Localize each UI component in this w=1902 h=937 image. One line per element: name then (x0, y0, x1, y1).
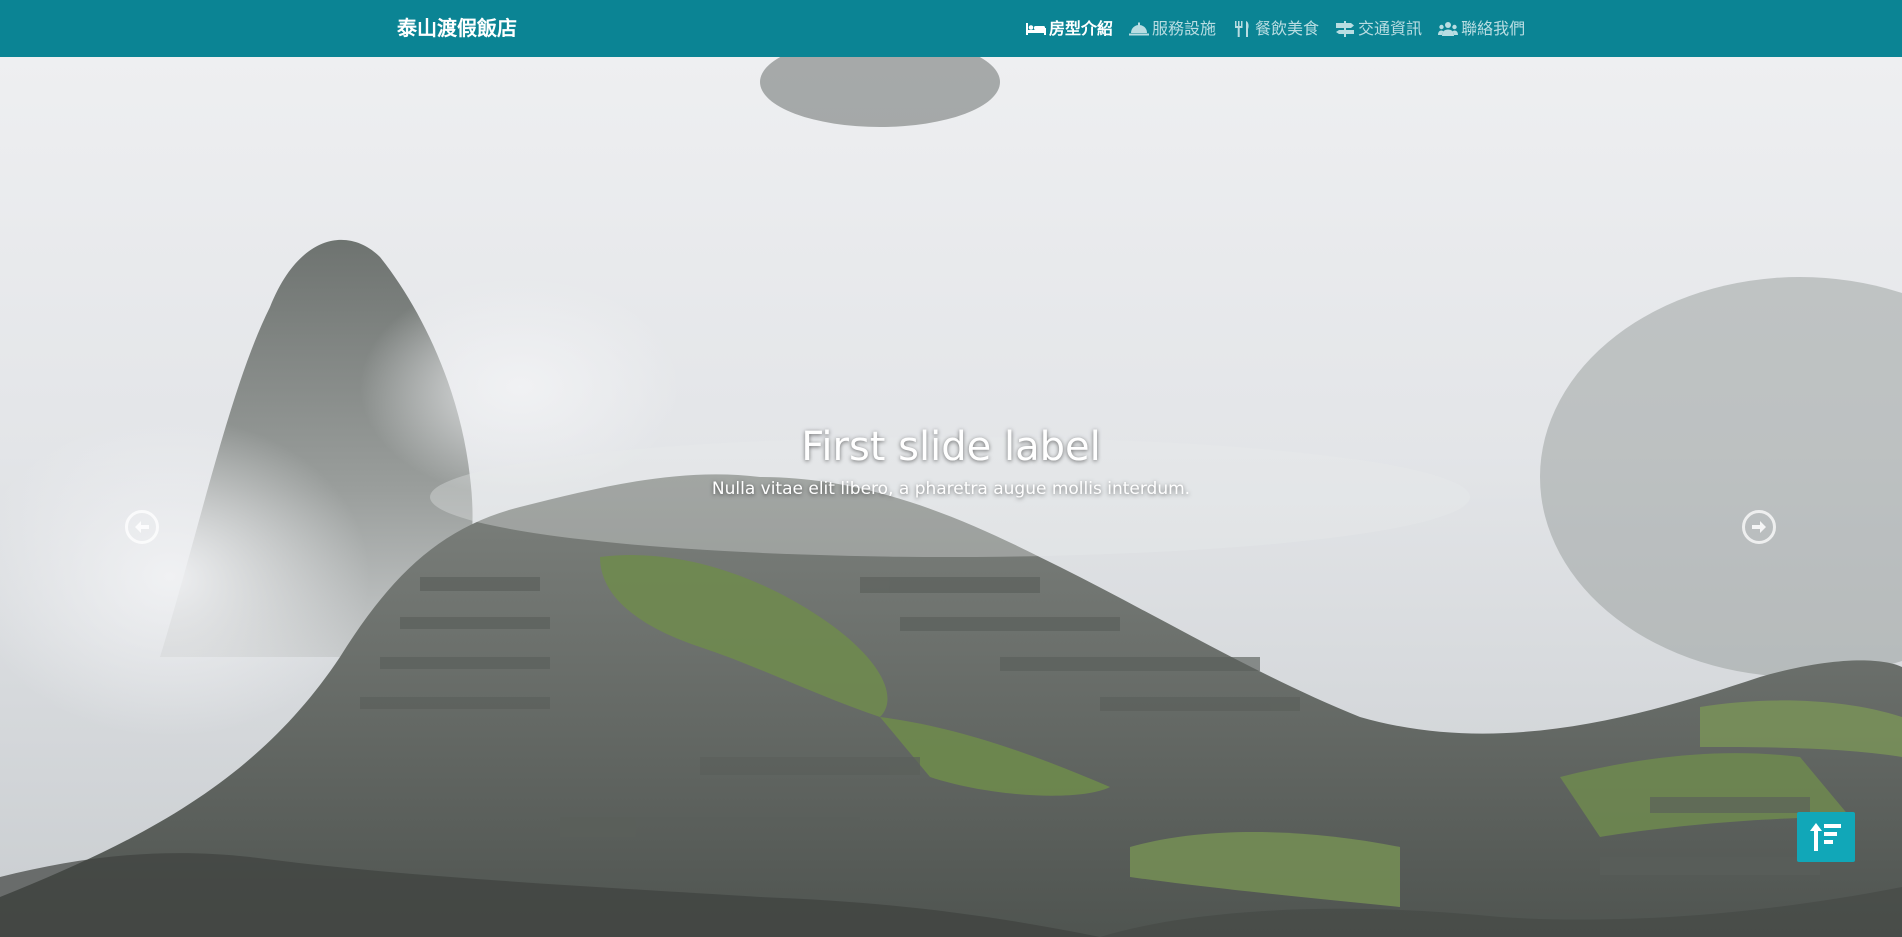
nav-item-services[interactable]: 服務設施 (1129, 18, 1216, 40)
hero-carousel: First slide label Nulla vitae elit liber… (0, 57, 1902, 937)
utensils-icon (1235, 21, 1249, 37)
nav-item-dining[interactable]: 餐飲美食 (1232, 18, 1319, 40)
nav-item-label: 餐飲美食 (1255, 19, 1320, 38)
nav-menu: 房型介紹 服務設施 餐飲美食 交通資訊 聯絡我們 (1026, 18, 1525, 40)
sort-up-icon (1810, 823, 1841, 851)
nav-item-transport[interactable]: 交通資訊 (1335, 18, 1422, 40)
nav-item-label: 房型介紹 (1049, 19, 1114, 38)
signs-icon (1336, 21, 1355, 37)
slide-caption: First slide label Nulla vitae elit liber… (0, 421, 1902, 501)
back-to-top-button[interactable] (1797, 812, 1855, 862)
top-navbar: 泰山渡假飯店 房型介紹 服務設施 餐飲美食 交通資訊 聯絡我們 (0, 0, 1902, 57)
arrow-circle-left-icon (135, 521, 149, 533)
service-bell-icon (1129, 22, 1150, 36)
bed-icon (1026, 23, 1046, 35)
arrow-circle-right-icon (1752, 521, 1766, 533)
carousel-prev-button[interactable] (125, 510, 159, 544)
brand-logo[interactable]: 泰山渡假飯店 (397, 15, 517, 41)
slide-text: Nulla vitae elit libero, a pharetra augu… (711, 479, 1191, 499)
nav-item-label: 服務設施 (1152, 19, 1217, 38)
carousel-next-button[interactable] (1742, 510, 1776, 544)
nav-item-contact[interactable]: 聯絡我們 (1438, 18, 1525, 40)
users-icon (1438, 22, 1459, 36)
nav-item-label: 交通資訊 (1358, 19, 1423, 38)
slide-title: First slide label (801, 424, 1101, 470)
nav-item-rooms[interactable]: 房型介紹 (1026, 18, 1113, 40)
nav-item-label: 聯絡我們 (1461, 19, 1526, 38)
